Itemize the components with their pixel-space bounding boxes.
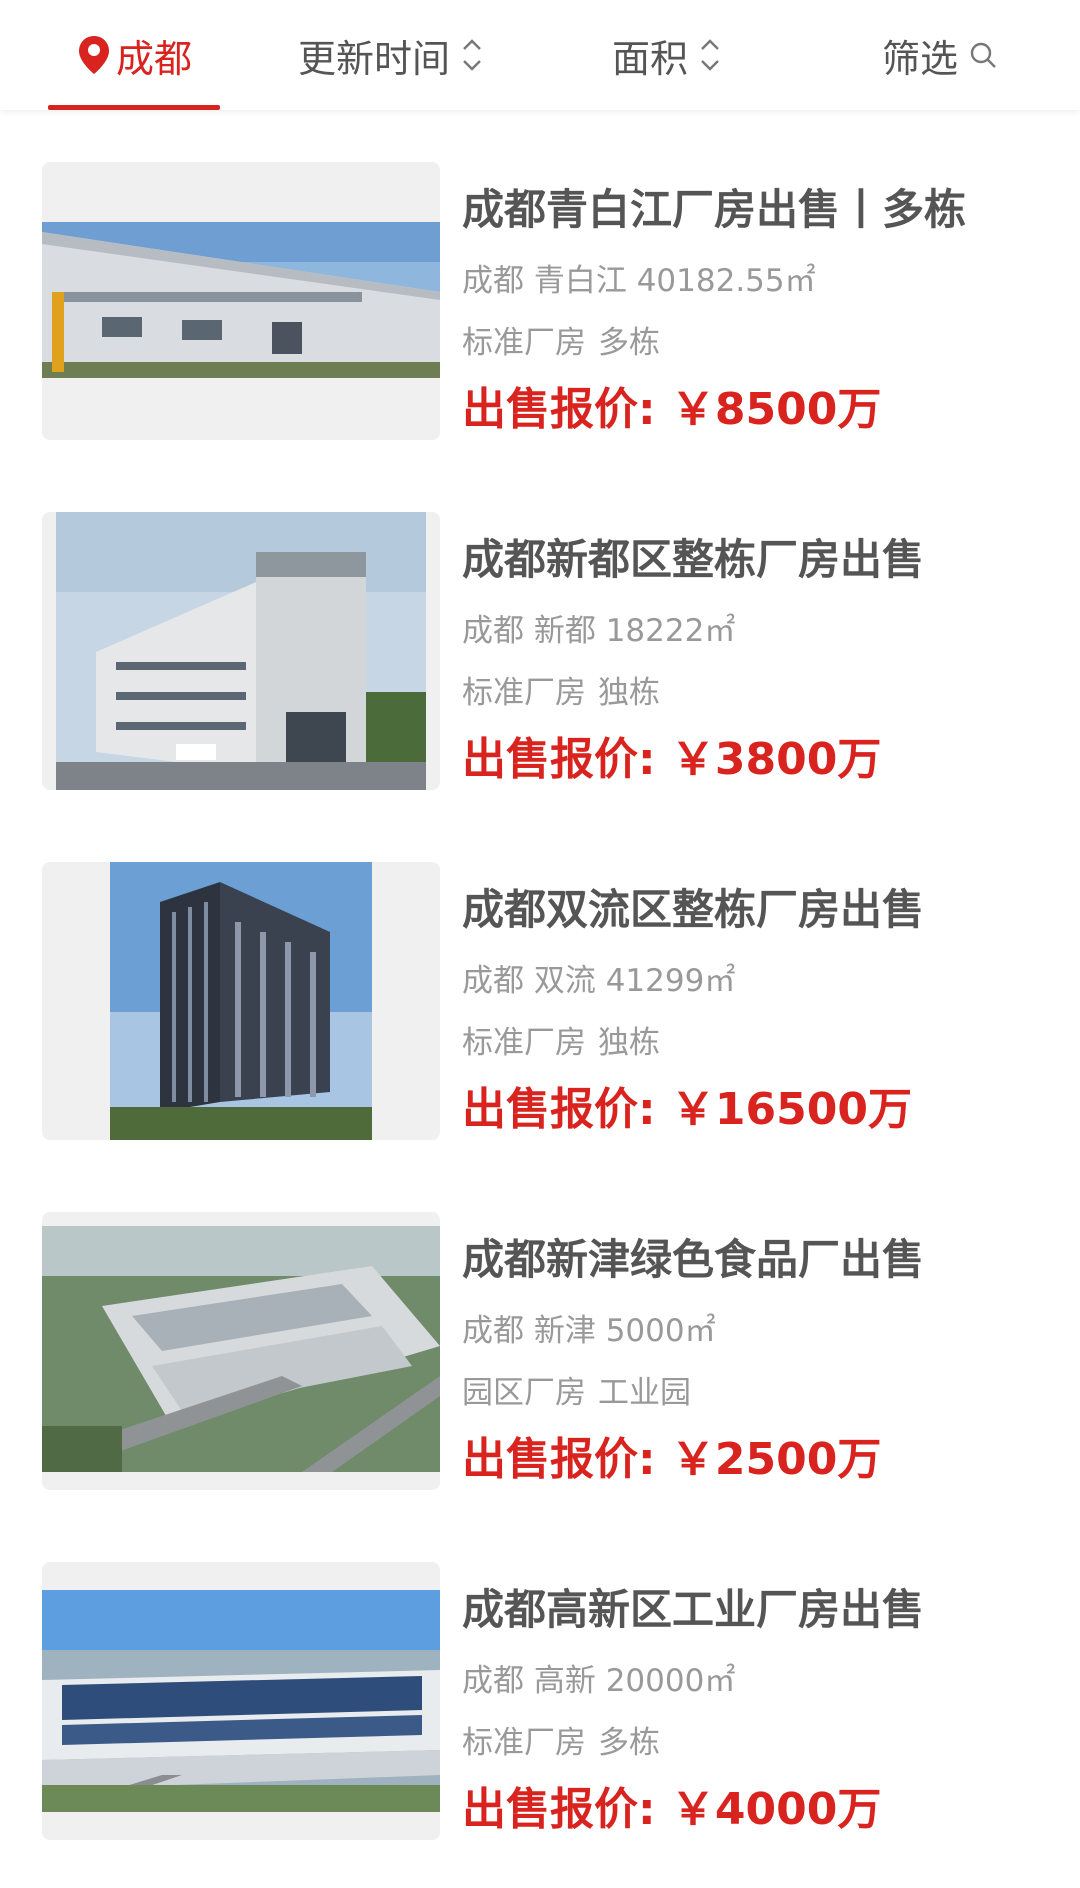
price-value: ￥16500万 (670, 1084, 913, 1135)
listing-tag: 标准厂房 (462, 675, 586, 711)
sort-area-tab[interactable]: 面积 (612, 0, 722, 110)
filter-tab[interactable]: 筛选 (882, 0, 998, 110)
listing-tags: 标准厂房 独栋 (462, 1022, 660, 1064)
filter-label: 筛选 (882, 36, 959, 81)
price-value: ￥4000万 (670, 1784, 882, 1835)
listing-tags: 园区厂房 工业园 (462, 1372, 691, 1414)
listing-card[interactable]: 成都高新区工业厂房出售 成都 高新 20000㎡ 标准厂房 多栋 出售报价: ￥4… (0, 1562, 1080, 1862)
listing-price: 出售报价: ￥16500万 (462, 1082, 912, 1138)
sort-toggle-icon (698, 35, 722, 75)
sort-toggle-icon (460, 35, 484, 75)
industrial-warehouse-photo (42, 222, 440, 378)
listing-price: 出售报价: ￥8500万 (462, 382, 881, 438)
price-value: ￥2500万 (670, 1434, 882, 1485)
listing-thumbnail[interactable] (42, 1562, 440, 1840)
listing-thumbnail[interactable] (42, 512, 440, 790)
high-rise-building-photo (110, 862, 372, 1140)
office-building-photo (56, 512, 426, 790)
listing-price: 出售报价: ￥2500万 (462, 1432, 881, 1488)
sort-update-time-tab[interactable]: 更新时间 (298, 0, 484, 110)
listing-tags: 标准厂房 独栋 (462, 672, 660, 714)
location-pin-icon (76, 34, 112, 76)
listing-location-area: 成都 双流 41299㎡ (462, 963, 736, 999)
city-label: 成都 (115, 36, 192, 81)
listing-location-area: 成都 新津 5000㎡ (462, 1313, 716, 1349)
listing-tag: 园区厂房 (462, 1375, 586, 1411)
factory-solar-roof-aerial-photo (42, 1590, 440, 1812)
listing-tag: 标准厂房 (462, 1725, 586, 1761)
listing-tags: 标准厂房 多栋 (462, 322, 660, 364)
listing-price: 出售报价: ￥4000万 (462, 1782, 881, 1838)
listing-tag: 标准厂房 (462, 1025, 586, 1061)
listing-thumbnail[interactable] (42, 1212, 440, 1490)
active-tab-indicator (48, 105, 220, 110)
listing-tag: 独栋 (598, 675, 660, 711)
price-label: 出售报价: (462, 734, 656, 785)
listing-tag: 独栋 (598, 1025, 660, 1061)
city-filter-tab[interactable]: 成都 (48, 0, 220, 110)
listing-tag: 标准厂房 (462, 325, 586, 361)
sort-update-time-label: 更新时间 (298, 36, 451, 81)
listing-title[interactable]: 成都新都区整栋厂房出售 (462, 532, 1010, 588)
price-label: 出售报价: (462, 1784, 656, 1835)
listing-card[interactable]: 成都青白江厂房出售丨多栋 成都 青白江 40182.55㎡ 标准厂房 多栋 出售报… (0, 162, 1080, 462)
price-value: ￥3800万 (670, 734, 882, 785)
listing-title[interactable]: 成都双流区整栋厂房出售 (462, 882, 1010, 938)
price-label: 出售报价: (462, 1084, 656, 1135)
listing-price: 出售报价: ￥3800万 (462, 732, 881, 788)
listing-tag: 多栋 (598, 325, 660, 361)
listing-title[interactable]: 成都新津绿色食品厂出售 (462, 1232, 1010, 1288)
listing-location-area: 成都 青白江 40182.55㎡ (462, 263, 816, 299)
listing-title[interactable]: 成都高新区工业厂房出售 (462, 1582, 1010, 1638)
listing-tag: 工业园 (598, 1375, 691, 1411)
listing-title[interactable]: 成都青白江厂房出售丨多栋 (462, 182, 1010, 238)
listing-thumbnail[interactable] (42, 862, 440, 1140)
filter-bar: 成都 更新时间 面积 筛选 (0, 0, 1080, 110)
price-label: 出售报价: (462, 1434, 656, 1485)
listing-tag: 多栋 (598, 1725, 660, 1761)
price-value: ￥8500万 (670, 384, 882, 435)
listing-location-area: 成都 高新 20000㎡ (462, 1663, 736, 1699)
sort-area-label: 面积 (612, 36, 689, 81)
listing-card[interactable]: 成都新津绿色食品厂出售 成都 新津 5000㎡ 园区厂房 工业园 出售报价: ￥2… (0, 1212, 1080, 1512)
price-label: 出售报价: (462, 384, 656, 435)
listing-thumbnail[interactable] (42, 162, 440, 440)
search-icon (968, 40, 998, 70)
listing-tags: 标准厂房 多栋 (462, 1722, 660, 1764)
listing-card[interactable]: 成都新都区整栋厂房出售 成都 新都 18222㎡ 标准厂房 独栋 出售报价: ￥3… (0, 512, 1080, 812)
listing-location-area: 成都 新都 18222㎡ (462, 613, 736, 649)
listing-card[interactable]: 成都双流区整栋厂房出售 成都 双流 41299㎡ 标准厂房 独栋 出售报价: ￥1… (0, 862, 1080, 1162)
industrial-park-aerial-photo (42, 1226, 440, 1472)
